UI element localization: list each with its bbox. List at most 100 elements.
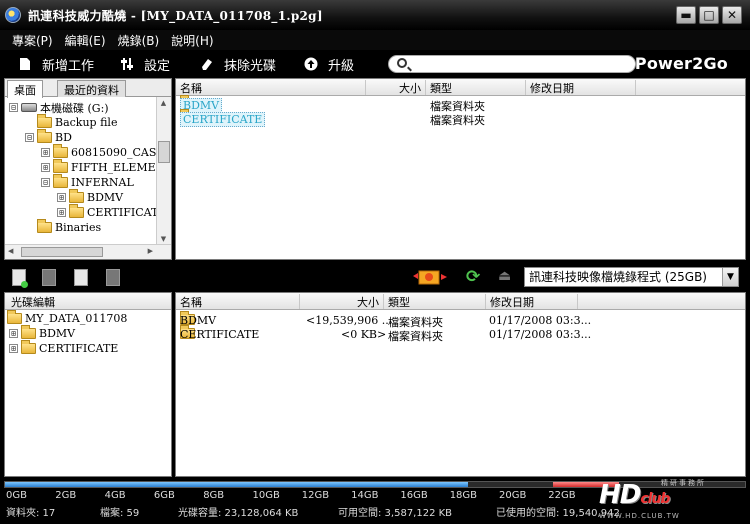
tree-vertical-scrollbar[interactable]: ▲ ▼ — [156, 97, 171, 245]
tree-item-label: CERTIFICATE — [39, 342, 119, 355]
capacity-tick-label: 4GB — [104, 490, 126, 501]
collapse-icon[interactable]: ⊟ — [41, 178, 50, 187]
expand-icon[interactable]: ⊞ — [9, 329, 18, 338]
eject-icon[interactable]: ⏏ — [498, 268, 511, 284]
column-type[interactable]: 類型 — [384, 294, 486, 309]
folder-icon — [37, 129, 52, 143]
erase-disc-button[interactable]: 抹除光碟 — [200, 55, 276, 74]
tree-item-casi[interactable]: ⊞ 60815090_CASI — [41, 144, 161, 160]
file-date: 01/17/2008 03:3... — [489, 314, 592, 327]
capacity-tick-label: 10GB — [252, 490, 280, 501]
scroll-thumb[interactable] — [158, 141, 170, 163]
collapse-icon[interactable]: ⊟ — [25, 133, 34, 142]
tree-item-label: FIFTH_ELEME — [71, 161, 156, 174]
maximize-button[interactable]: □ — [699, 6, 719, 24]
menu-bar: 專案(P) 編輯(E) 燒錄(B) 說明(H) — [0, 30, 750, 50]
column-size[interactable]: 大小 — [300, 294, 384, 309]
new-document-icon — [18, 57, 32, 71]
expand-icon[interactable]: ⊞ — [41, 163, 50, 172]
watermark-logo: HDclub 精研事務所 WWW.HD.CLUB.TW — [595, 478, 745, 522]
upgrade-button[interactable]: 升級 — [304, 55, 354, 74]
remove-file-icon[interactable] — [42, 269, 56, 286]
scroll-down-icon[interactable]: ▼ — [159, 235, 168, 243]
minimize-button[interactable]: ▬ — [676, 6, 696, 24]
column-name[interactable]: 名稱 — [176, 80, 366, 95]
capacity-tick-label: 16GB — [400, 490, 428, 501]
file-type: 檔案資料夾 — [388, 330, 443, 343]
tree-item-label: BD — [55, 131, 72, 144]
column-modified[interactable]: 修改日期 — [486, 294, 578, 309]
menu-help[interactable]: 說明(H) — [165, 32, 219, 49]
tree-item-label: BDMV — [87, 191, 124, 204]
scroll-thumb[interactable] — [21, 247, 103, 257]
capacity-tick-label: 22GB — [548, 490, 576, 501]
tree-item-bd[interactable]: ⊟ BD — [25, 129, 72, 145]
burner-select[interactable]: 訊連科技映像檔燒錄程式 (25GB) ▼ — [524, 267, 739, 287]
table-row[interactable]: BDMV 檔案資料夾 — [176, 95, 745, 113]
column-type[interactable]: 類型 — [426, 80, 526, 95]
settings-button[interactable]: 設定 — [120, 55, 170, 74]
column-name[interactable]: 名稱 — [176, 294, 300, 309]
column-modified[interactable]: 修改日期 — [526, 80, 636, 95]
expand-icon[interactable]: ⊞ — [57, 193, 66, 202]
status-free-space: 可用空間: 3,587,122 KB — [338, 508, 453, 519]
collapse-icon[interactable]: ⊟ — [9, 103, 18, 112]
tab-recent[interactable]: 最近的資料 — [57, 80, 126, 97]
title-bar: 訊連科技威力酷燒 - [MY_DATA_011708_1.p2g] ▬ □ ✕ — [0, 0, 750, 30]
menu-project[interactable]: 專案(P) — [6, 32, 59, 49]
folder-icon — [69, 189, 84, 203]
capacity-tick-label: 2GB — [55, 490, 77, 501]
tree-item-certificate[interactable]: ⊞ CERTIFICAT — [57, 204, 159, 220]
app-icon — [5, 7, 21, 23]
tree-item-backup[interactable]: Backup file — [37, 114, 117, 130]
disc-tree-item-bdmv[interactable]: ⊞ BDMV — [9, 325, 76, 341]
table-row[interactable]: CERTIFICATE 檔案資料夾 — [176, 109, 745, 127]
expand-icon[interactable]: ⊞ — [57, 208, 66, 217]
new-folder-icon[interactable] — [74, 269, 88, 286]
tree-item-fifth-element[interactable]: ⊞ FIFTH_ELEME — [41, 159, 156, 175]
window-title: 訊連科技威力酷燒 - [MY_DATA_011708_1.p2g] — [28, 8, 323, 23]
refresh-icon[interactable]: ⟳ — [466, 267, 480, 287]
tree-item-label: CERTIFICAT — [87, 206, 159, 219]
tree-item-label: INFERNAL — [71, 176, 134, 189]
expand-icon[interactable]: ⊞ — [41, 148, 50, 157]
expand-icon[interactable]: ⊞ — [9, 344, 18, 353]
burn-button[interactable] — [413, 267, 447, 287]
scroll-left-icon[interactable]: ◀ — [8, 247, 13, 255]
settings-label: 設定 — [144, 58, 171, 74]
file-date: 01/17/2008 03:3... — [489, 328, 592, 341]
tree-item-label: BDMV — [39, 327, 76, 340]
new-task-button[interactable]: 新增工作 — [18, 55, 94, 74]
drive-icon — [21, 103, 37, 112]
search-input[interactable] — [388, 55, 636, 73]
add-file-icon[interactable] — [12, 269, 28, 288]
tree-item-label: Binaries — [55, 221, 102, 234]
table-row[interactable]: BDMV <19,539,906 ... 檔案資料夾 01/17/2008 03… — [176, 311, 745, 329]
close-button[interactable]: ✕ — [722, 6, 742, 24]
tree-horizontal-scrollbar[interactable]: ◀ ▶ — [5, 244, 171, 259]
erase-disc-label: 抹除光碟 — [224, 58, 277, 74]
scroll-up-icon[interactable]: ▲ — [159, 99, 168, 107]
disc-tree-item-certificate[interactable]: ⊞ CERTIFICATE — [9, 340, 119, 356]
tree-item-local-disk[interactable]: ⊟ 本機磁碟 (G:) — [9, 100, 109, 115]
tree-item-binaries[interactable]: Binaries — [37, 219, 102, 235]
menu-edit[interactable]: 編輯(E) — [59, 32, 112, 49]
upgrade-icon — [304, 57, 318, 71]
watermark-url: WWW.HD.CLUB.TW — [599, 512, 680, 520]
table-row[interactable]: CERTIFICATE <0 KB> 檔案資料夾 01/17/2008 03:3… — [176, 325, 745, 343]
disc-tree-pane: 光碟編輯 MY_DATA_011708 ⊞ BDMV ⊞ CERTIFICATE — [4, 292, 172, 477]
menu-burn[interactable]: 燒錄(B) — [112, 32, 166, 49]
file-size: <0 KB> — [341, 328, 387, 341]
source-tree-pane: 桌面 最近的資料 ⊟ 本機磁碟 (G:) Backup file ⊟ BD ⊞ … — [4, 78, 172, 260]
folder-icon — [69, 204, 84, 218]
disc-tree-root[interactable]: MY_DATA_011708 — [7, 310, 127, 326]
tree-item-bdmv[interactable]: ⊞ BDMV — [57, 189, 124, 205]
capacity-tick-label: 20GB — [499, 490, 527, 501]
properties-icon[interactable] — [106, 269, 120, 286]
tree-item-label: 本機磁碟 (G:) — [40, 101, 109, 115]
column-size[interactable]: 大小 — [366, 80, 426, 95]
scroll-right-icon[interactable]: ▶ — [148, 247, 153, 255]
tab-desktop[interactable]: 桌面 — [7, 80, 43, 98]
chevron-down-icon[interactable]: ▼ — [722, 268, 738, 286]
tree-item-infernal[interactable]: ⊟ INFERNAL — [41, 174, 134, 190]
